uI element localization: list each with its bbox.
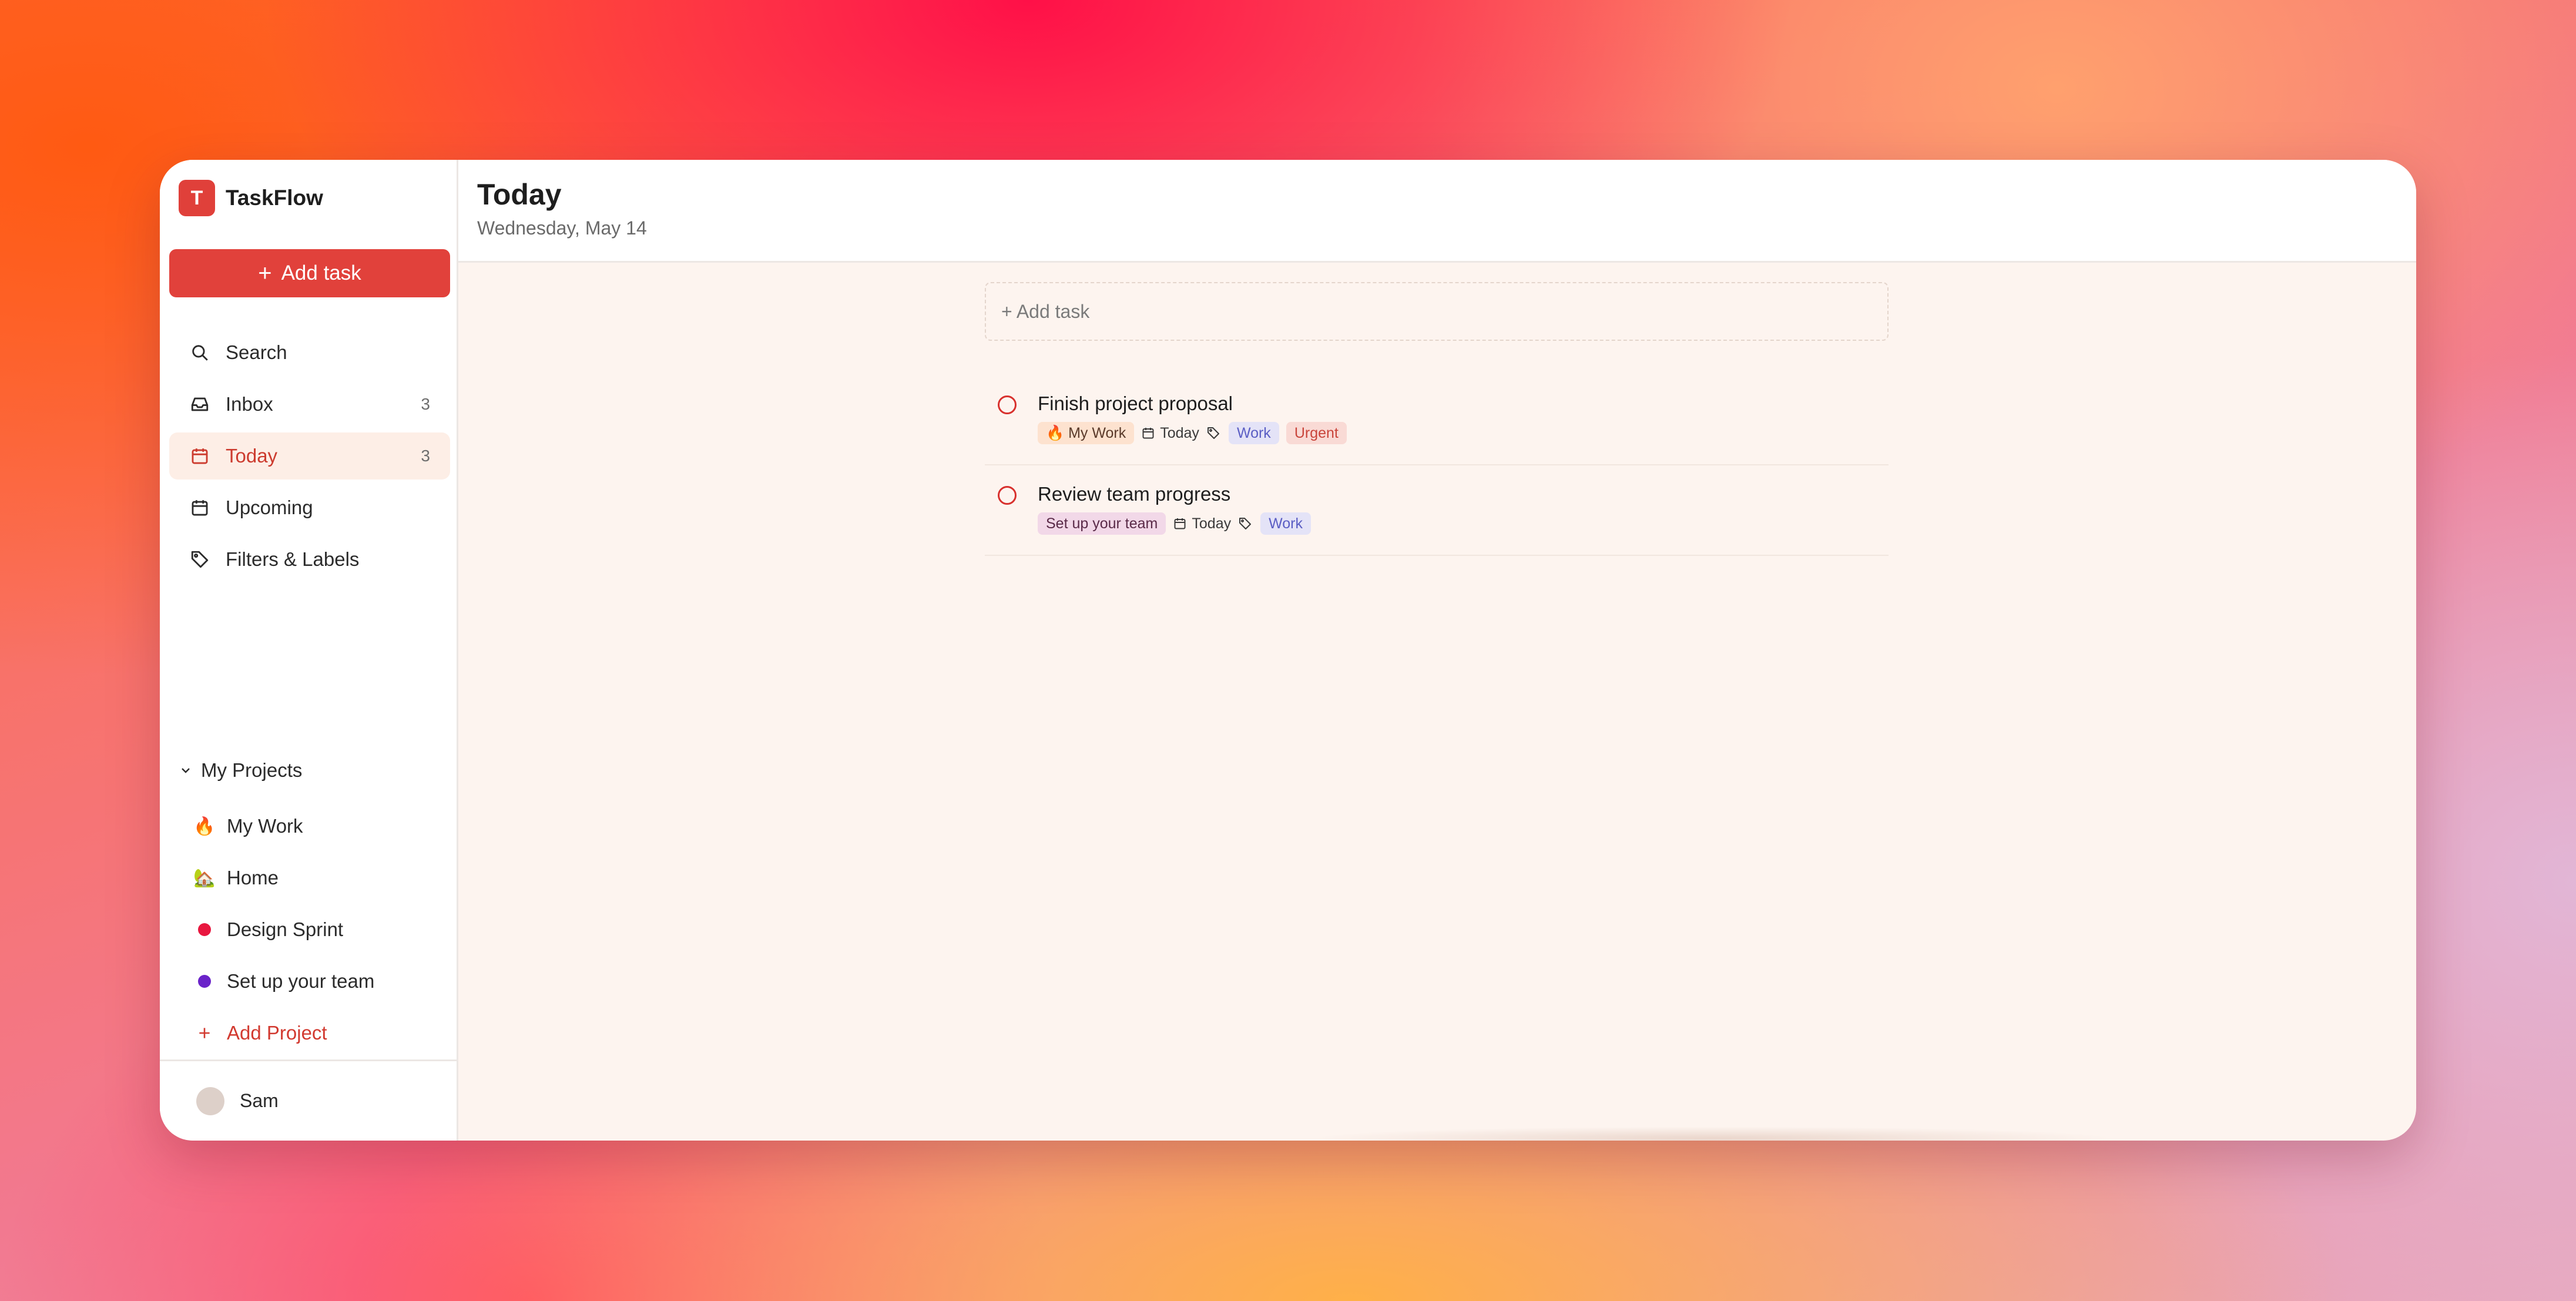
user-menu[interactable]: Sam xyxy=(160,1059,457,1141)
app-name: TaskFlow xyxy=(226,186,323,210)
nav-upcoming-label: Upcoming xyxy=(226,497,313,518)
tag-icon xyxy=(1206,426,1225,440)
task-row[interactable]: Finish project proposal 🔥 My Work Today … xyxy=(985,375,1889,465)
inbox-count: 3 xyxy=(421,395,430,413)
project-set-up-your-team[interactable]: Set up your team xyxy=(169,958,450,1005)
task-checkbox[interactable] xyxy=(998,395,1017,414)
nav-upcoming[interactable]: Upcoming xyxy=(169,484,450,531)
nav-filters-labels[interactable]: Filters & Labels xyxy=(169,536,450,583)
add-task-button[interactable]: + Add task xyxy=(169,249,450,297)
my-projects-heading: My Projects xyxy=(201,759,303,781)
project-design-sprint[interactable]: Design Sprint xyxy=(169,906,450,953)
app-window: T TaskFlow + Add task Search Inbox 3 Tod… xyxy=(160,160,2416,1141)
calendar-icon xyxy=(189,445,210,467)
nav-today-item[interactable]: Today 3 xyxy=(169,432,450,480)
tag-icon xyxy=(189,549,210,570)
calendar-icon xyxy=(1174,518,1186,529)
house-icon: 🏡 xyxy=(193,868,216,888)
project-label: My Work xyxy=(227,815,303,837)
task-title[interactable]: Finish project proposal xyxy=(1038,393,1233,415)
brand: T TaskFlow xyxy=(179,180,323,216)
page-header: Today Wednesday, May 14 xyxy=(458,160,2416,263)
project-home[interactable]: 🏡 Home xyxy=(169,854,450,901)
inbox-icon xyxy=(189,394,210,415)
avatar xyxy=(196,1087,224,1115)
label-chip-work[interactable]: Work xyxy=(1260,512,1311,535)
nav-filters-label: Filters & Labels xyxy=(226,548,360,570)
task-project-chip[interactable]: Set up your team xyxy=(1038,512,1166,535)
scroll-shadow xyxy=(1310,1126,2115,1141)
user-name: Sam xyxy=(240,1090,279,1111)
label-chip-urgent[interactable]: Urgent xyxy=(1286,422,1347,444)
task-project-chip[interactable]: 🔥 My Work xyxy=(1038,422,1135,444)
nav-search-label: Search xyxy=(226,341,287,363)
task-row[interactable]: Review team progress Set up your team To… xyxy=(985,465,1889,556)
sidebar: T TaskFlow + Add task Search Inbox 3 Tod… xyxy=(160,160,458,1141)
project-label: Design Sprint xyxy=(227,918,344,940)
add-task-label: Add task xyxy=(281,261,361,284)
page-title: Today xyxy=(477,178,562,211)
project-color-dot xyxy=(198,975,211,988)
label-chip-work[interactable]: Work xyxy=(1228,422,1279,444)
task-title[interactable]: Review team progress xyxy=(1038,483,1230,505)
task-due-label: Today xyxy=(1192,515,1232,532)
task-meta: 🔥 My Work Today Work Urgent xyxy=(1038,422,1354,444)
quick-add-task-input[interactable]: + Add task xyxy=(985,282,1889,341)
add-project-button[interactable]: Add Project xyxy=(169,1010,450,1057)
search-icon xyxy=(189,342,210,363)
nav-inbox[interactable]: Inbox 3 xyxy=(169,381,450,428)
add-project-label: Add Project xyxy=(227,1022,327,1044)
task-due[interactable]: Today xyxy=(1141,425,1199,442)
tag-icon xyxy=(1238,517,1257,531)
plus-icon: + xyxy=(258,260,272,286)
main-panel: Today Wednesday, May 14 + Add task Finis… xyxy=(458,160,2416,1141)
nav-search[interactable]: Search xyxy=(169,329,450,376)
project-my-work[interactable]: 🔥 My Work xyxy=(169,803,450,850)
project-label: Home xyxy=(227,867,279,888)
project-color-dot xyxy=(198,923,211,936)
page-date: Wednesday, May 14 xyxy=(477,217,647,239)
task-checkbox[interactable] xyxy=(998,486,1017,505)
my-projects-toggle[interactable]: My Projects xyxy=(179,759,302,782)
nav-today-label: Today xyxy=(226,445,278,467)
chevron-down-icon xyxy=(179,763,193,777)
project-label: Set up your team xyxy=(227,970,375,992)
nav-inbox-label: Inbox xyxy=(226,393,273,415)
task-due[interactable]: Today xyxy=(1173,515,1231,532)
today-count: 3 xyxy=(421,447,430,465)
calendar-icon xyxy=(1142,428,1154,439)
task-meta: Set up your team Today Work xyxy=(1038,512,1318,535)
plus-icon xyxy=(195,1025,214,1041)
task-due-label: Today xyxy=(1160,424,1199,441)
calendar-icon xyxy=(189,497,210,518)
app-logo: T xyxy=(179,180,215,216)
fire-icon: 🔥 xyxy=(193,816,216,836)
